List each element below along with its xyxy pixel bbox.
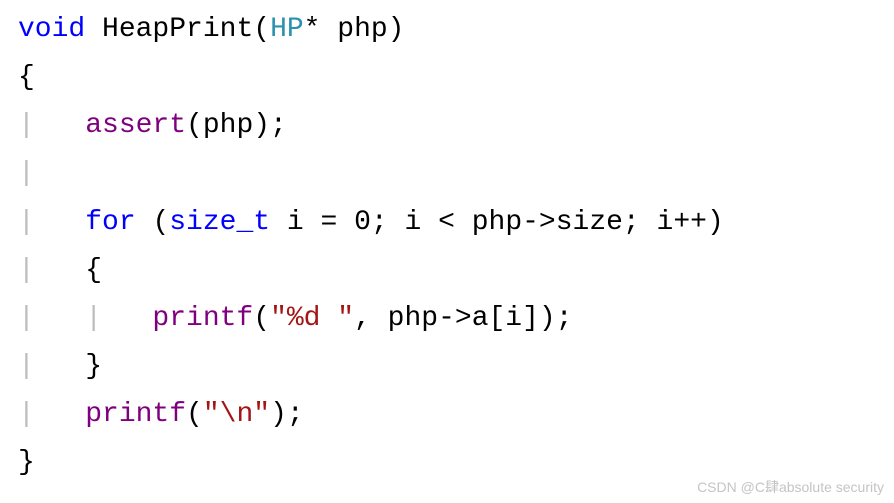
keyword-void: void xyxy=(18,14,85,45)
indent-guide: | xyxy=(18,399,85,430)
assert-args: (php); xyxy=(186,110,287,141)
call-printf-1: printf xyxy=(152,303,253,334)
printf1-open: ( xyxy=(253,303,270,334)
indent-guide: | xyxy=(18,207,85,238)
inner-brace-close: } xyxy=(85,351,102,382)
paren-open: ( xyxy=(253,14,270,45)
indent-guide: | xyxy=(18,158,35,189)
watermark: CSDN @C肆absolute security xyxy=(697,477,884,497)
code-block: void HeapPrint(HP* php) { | assert(php);… xyxy=(0,0,894,494)
type-hp: HP xyxy=(270,14,304,45)
for-decl: i = 0; i < php->size; i++) xyxy=(270,207,724,238)
printf2-rest: ); xyxy=(270,399,304,430)
string-fmt-2: "\n" xyxy=(203,399,270,430)
indent-guide: | xyxy=(18,110,85,141)
call-assert: assert xyxy=(85,110,186,141)
keyword-for: for xyxy=(85,207,135,238)
indent-guide: | xyxy=(18,255,85,286)
call-printf-2: printf xyxy=(85,399,186,430)
printf1-rest: , php->a[i]); xyxy=(354,303,572,334)
printf2-open: ( xyxy=(186,399,203,430)
inner-brace-open: { xyxy=(85,255,102,286)
brace-open: { xyxy=(18,62,35,93)
for-open: ( xyxy=(136,207,170,238)
signature-rest: * php) xyxy=(304,14,405,45)
indent-guide: | | xyxy=(18,303,152,334)
brace-close: } xyxy=(18,447,35,478)
function-name: HeapPrint xyxy=(85,14,253,45)
type-size-t: size_t xyxy=(169,207,270,238)
string-fmt-1: "%d " xyxy=(270,303,354,334)
indent-guide: | xyxy=(18,351,85,382)
